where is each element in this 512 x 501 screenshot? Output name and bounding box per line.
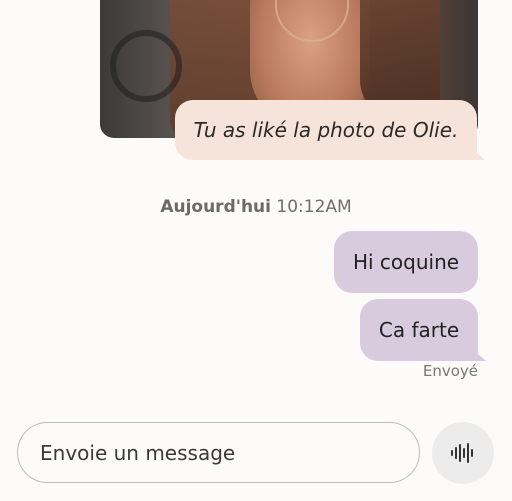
sent-message[interactable]: Hi coquine bbox=[334, 231, 478, 293]
message-timestamp: Aujourd'hui 10:12AM bbox=[0, 197, 512, 217]
sent-message[interactable]: Ca farte bbox=[360, 299, 486, 361]
liked-photo-text: Tu as liké la photo de Olie. bbox=[193, 118, 459, 142]
voice-waveform-icon bbox=[451, 443, 473, 463]
message-input[interactable] bbox=[38, 439, 419, 466]
message-composer[interactable] bbox=[17, 422, 420, 483]
bubble-tail bbox=[469, 146, 485, 160]
message-text: Ca farte bbox=[378, 318, 460, 342]
bubble-tail bbox=[470, 347, 486, 361]
message-text: Hi coquine bbox=[352, 250, 460, 274]
timestamp-day: Aujourd'hui bbox=[160, 197, 271, 217]
photo-detail bbox=[110, 30, 182, 102]
delivery-status: Envoyé bbox=[422, 362, 478, 380]
timestamp-time: 10:12AM bbox=[276, 197, 352, 217]
liked-photo-bubble: Tu as liké la photo de Olie. bbox=[175, 100, 485, 160]
voice-message-button[interactable] bbox=[432, 422, 494, 484]
